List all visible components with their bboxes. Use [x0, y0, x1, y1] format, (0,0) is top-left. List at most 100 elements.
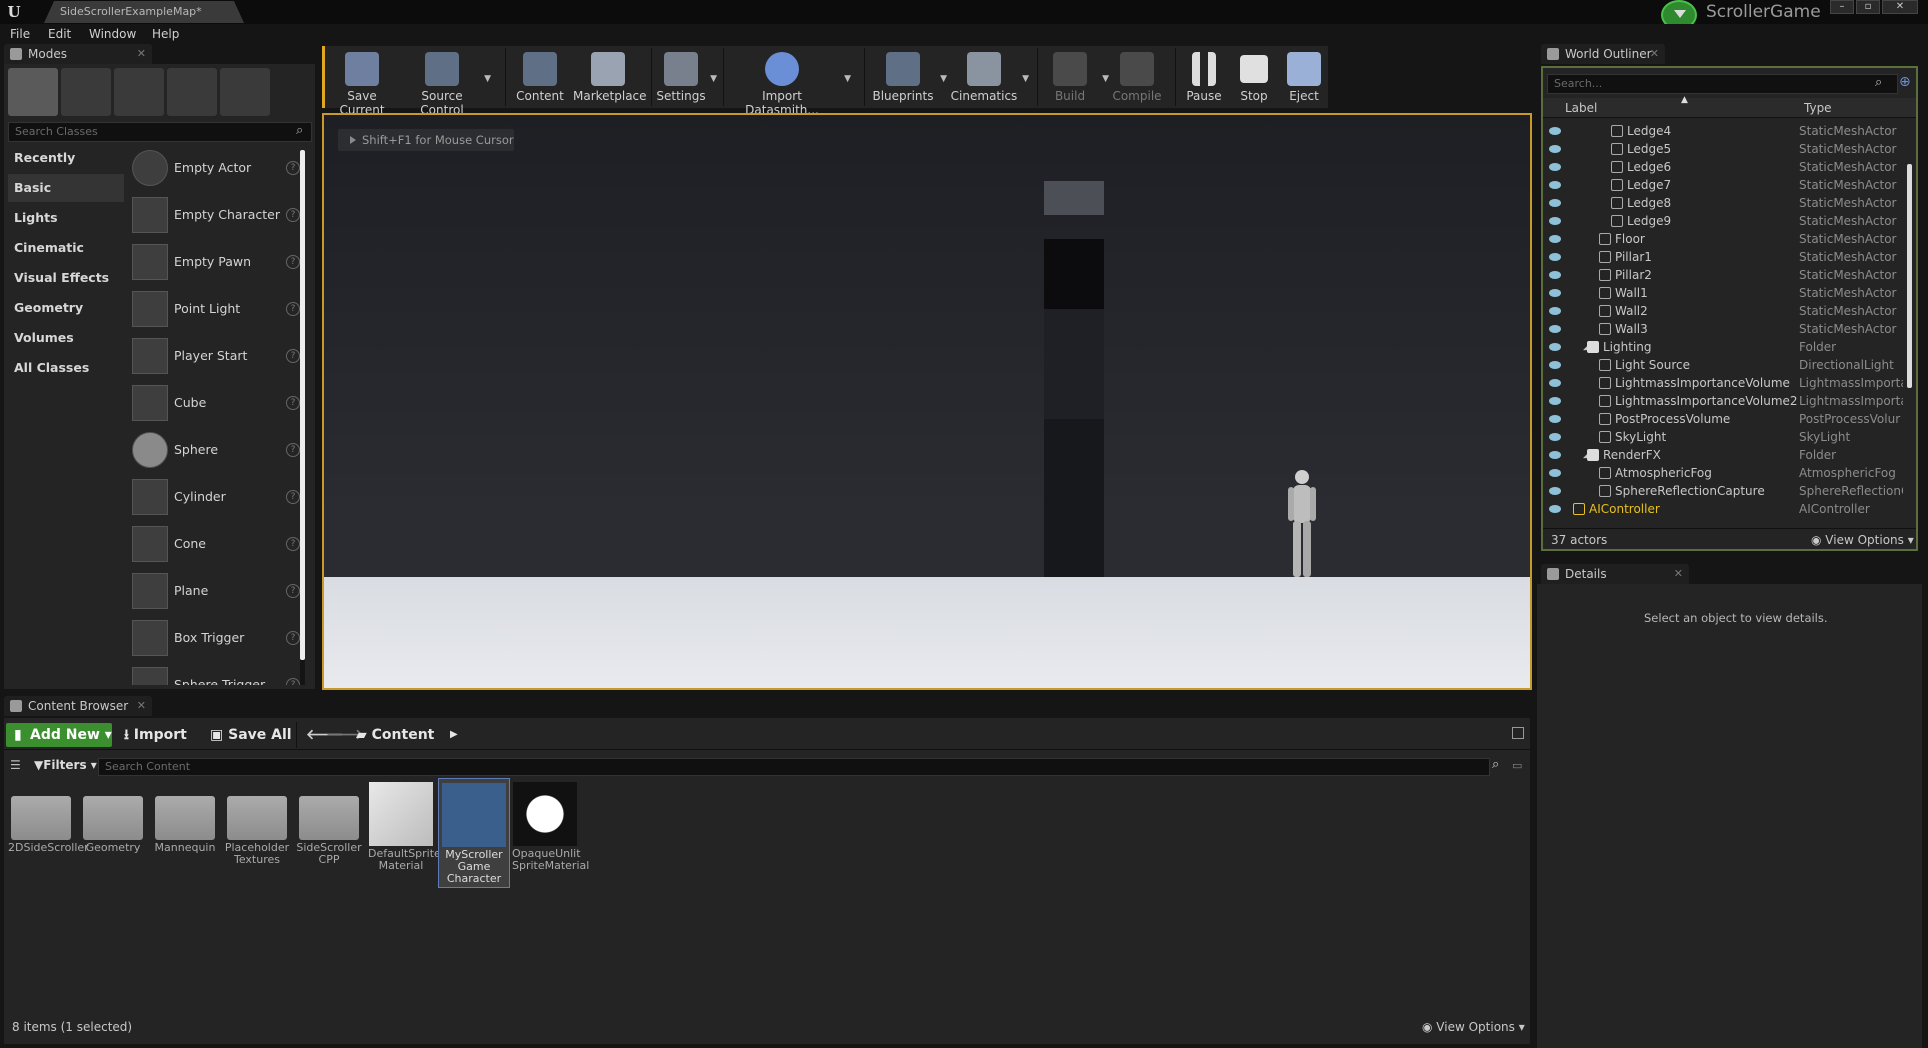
visibility-eye-icon[interactable] — [1549, 271, 1561, 279]
help-icon[interactable]: ? — [286, 396, 300, 410]
visibility-eye-icon[interactable] — [1549, 361, 1561, 369]
outliner-row[interactable]: ◢LightingFolder — [1543, 338, 1903, 356]
help-icon[interactable]: ? — [286, 584, 300, 598]
path-content[interactable]: ▰ Content — [356, 723, 434, 747]
category-basic[interactable]: Basic — [8, 174, 124, 202]
close-icon[interactable]: ✕ — [1674, 564, 1683, 584]
help-icon[interactable]: ? — [286, 208, 300, 222]
menu-edit[interactable]: Edit — [48, 27, 71, 41]
help-icon[interactable]: ? — [286, 490, 300, 504]
visibility-eye-icon[interactable] — [1549, 415, 1561, 423]
column-header-type[interactable]: Type — [1804, 101, 1832, 115]
visibility-eye-icon[interactable] — [1549, 397, 1561, 405]
build-button[interactable]: Build ▼ — [1041, 48, 1109, 106]
visibility-eye-icon[interactable] — [1549, 379, 1561, 387]
outliner-row[interactable]: SphereReflectionCapture SphereReflectionC — [1543, 482, 1903, 500]
outliner-row[interactable]: SkyLight SkyLight — [1543, 428, 1903, 446]
visibility-eye-icon[interactable] — [1549, 451, 1561, 459]
outliner-row[interactable]: Ledge7 StaticMeshActor — [1543, 176, 1903, 194]
content-button[interactable]: Content — [515, 48, 565, 106]
outliner-row[interactable]: Ledge4 StaticMeshActor — [1543, 122, 1903, 140]
column-header-label[interactable]: Label — [1565, 101, 1597, 115]
foliage-mode-icon[interactable] — [167, 68, 217, 116]
geometry-mode-icon[interactable] — [220, 68, 270, 116]
outliner-row[interactable]: Pillar1 StaticMeshActor — [1543, 248, 1903, 266]
help-icon[interactable]: ? — [286, 255, 300, 269]
class-item-empty-pawn[interactable]: Empty Pawn? — [126, 240, 302, 286]
outliner-row[interactable]: ◢RenderFXFolder — [1543, 446, 1903, 464]
menu-window[interactable]: Window — [89, 27, 136, 41]
outliner-row[interactable]: Wall2 StaticMeshActor — [1543, 302, 1903, 320]
add-folder-icon[interactable]: ⊕ — [1899, 74, 1911, 90]
asset-material[interactable]: DefaultSprite Material — [368, 782, 441, 872]
floor-mesh[interactable] — [324, 577, 1530, 688]
class-item-sphere-trigger[interactable]: Sphere Trigger? — [126, 663, 302, 685]
pillar-lower-block[interactable] — [1044, 419, 1104, 583]
import-datasmith-button[interactable]: Import Datasmith... ▼ — [727, 48, 851, 117]
import-button[interactable]: ⭳ Import — [124, 723, 187, 747]
document-tab[interactable]: SideScrollerExampleMap* — [44, 1, 244, 23]
close-icon[interactable]: ✕ — [137, 696, 146, 716]
content-browser-tab[interactable]: Content Browser ✕ — [4, 696, 152, 716]
visibility-eye-icon[interactable] — [1549, 235, 1561, 243]
chevron-down-icon[interactable]: ▼ — [844, 74, 851, 84]
search-classes-input[interactable]: Search Classes — [8, 122, 312, 142]
outliner-row[interactable]: Ledge6 StaticMeshActor — [1543, 158, 1903, 176]
modes-tab[interactable]: Modes ✕ — [4, 44, 152, 64]
visibility-eye-icon[interactable] — [1549, 163, 1561, 171]
visibility-eye-icon[interactable] — [1549, 433, 1561, 441]
class-item-player-start[interactable]: Player Start? — [126, 334, 302, 380]
class-item-plane[interactable]: Plane? — [126, 569, 302, 615]
minimize-button[interactable]: – — [1830, 0, 1854, 14]
pause-button[interactable]: Pause — [1179, 48, 1229, 106]
pillar-dark-block[interactable] — [1044, 239, 1104, 309]
view-options-button[interactable]: ◉ View Options ▾ — [1811, 533, 1914, 547]
class-item-sphere[interactable]: Sphere? — [126, 428, 302, 474]
close-icon[interactable]: ✕ — [1650, 44, 1659, 64]
category-visual-effects[interactable]: Visual Effects — [8, 264, 124, 292]
visibility-eye-icon[interactable] — [1549, 487, 1561, 495]
marketplace-button[interactable]: Marketplace — [573, 48, 647, 106]
save-search-icon[interactable]: ▭ — [1512, 759, 1522, 772]
visibility-eye-icon[interactable] — [1549, 253, 1561, 261]
outliner-row[interactable]: PostProcessVolume PostProcessVolur — [1543, 410, 1903, 428]
category-recently-placed[interactable]: Recently Placed — [8, 144, 124, 193]
pillar-shadow-block[interactable] — [1044, 309, 1104, 419]
chevron-down-icon[interactable]: ▼ — [710, 74, 717, 84]
class-item-cone[interactable]: Cone? — [126, 522, 302, 568]
help-icon[interactable]: ? — [286, 631, 300, 645]
details-tab[interactable]: Details ✕ — [1541, 564, 1689, 584]
path-arrow-icon[interactable]: ▶ — [450, 723, 458, 747]
outliner-row[interactable]: AtmosphericFog AtmosphericFog — [1543, 464, 1903, 482]
category-lights[interactable]: Lights — [8, 204, 124, 232]
outliner-row[interactable]: LightmassImportanceVolume LightmassImport… — [1543, 374, 1903, 392]
outliner-row[interactable]: AIController AIController — [1543, 500, 1903, 518]
class-item-point-light[interactable]: Point Light? — [126, 287, 302, 333]
help-icon[interactable]: ? — [286, 678, 300, 685]
outliner-search-input[interactable]: Search... — [1547, 74, 1898, 94]
asset-material[interactable]: OpaqueUnlit SpriteMaterial — [512, 782, 589, 872]
close-icon[interactable]: ✕ — [137, 44, 146, 64]
sort-up-icon[interactable]: ▲ — [1681, 95, 1688, 105]
source-control-button[interactable]: Source Control ▼ — [403, 48, 491, 117]
chevron-down-icon[interactable]: ▼ — [1102, 74, 1109, 84]
place-mode-icon[interactable] — [8, 68, 58, 116]
visibility-eye-icon[interactable] — [1549, 145, 1561, 153]
asset-folder[interactable]: 2DSideScroller — [8, 782, 89, 854]
asset-folder[interactable]: SideScroller CPP — [296, 782, 362, 866]
asset-folder[interactable]: Placeholder Textures — [224, 782, 290, 866]
outliner-scroll-thumb[interactable] — [1907, 164, 1912, 388]
asset-folder[interactable]: Geometry — [80, 782, 146, 854]
unreal-logo-icon[interactable]: U — [4, 2, 24, 22]
class-item-cylinder[interactable]: Cylinder? — [126, 475, 302, 521]
outliner-row[interactable]: Ledge5 StaticMeshActor — [1543, 140, 1903, 158]
outliner-row[interactable]: Pillar2 StaticMeshActor — [1543, 266, 1903, 284]
visibility-eye-icon[interactable] — [1549, 325, 1561, 333]
settings-button[interactable]: Settings ▼ — [655, 48, 717, 106]
filters-button[interactable]: ▼Filters ▾ — [34, 758, 97, 772]
save-current-button[interactable]: Save Current — [329, 48, 395, 117]
visibility-eye-icon[interactable] — [1549, 289, 1561, 297]
asset-blueprint-selected[interactable]: MyScroller Game Character — [438, 778, 510, 888]
class-item-box-trigger[interactable]: Box Trigger? — [126, 616, 302, 662]
class-item-empty-character[interactable]: Empty Character? — [126, 193, 302, 239]
